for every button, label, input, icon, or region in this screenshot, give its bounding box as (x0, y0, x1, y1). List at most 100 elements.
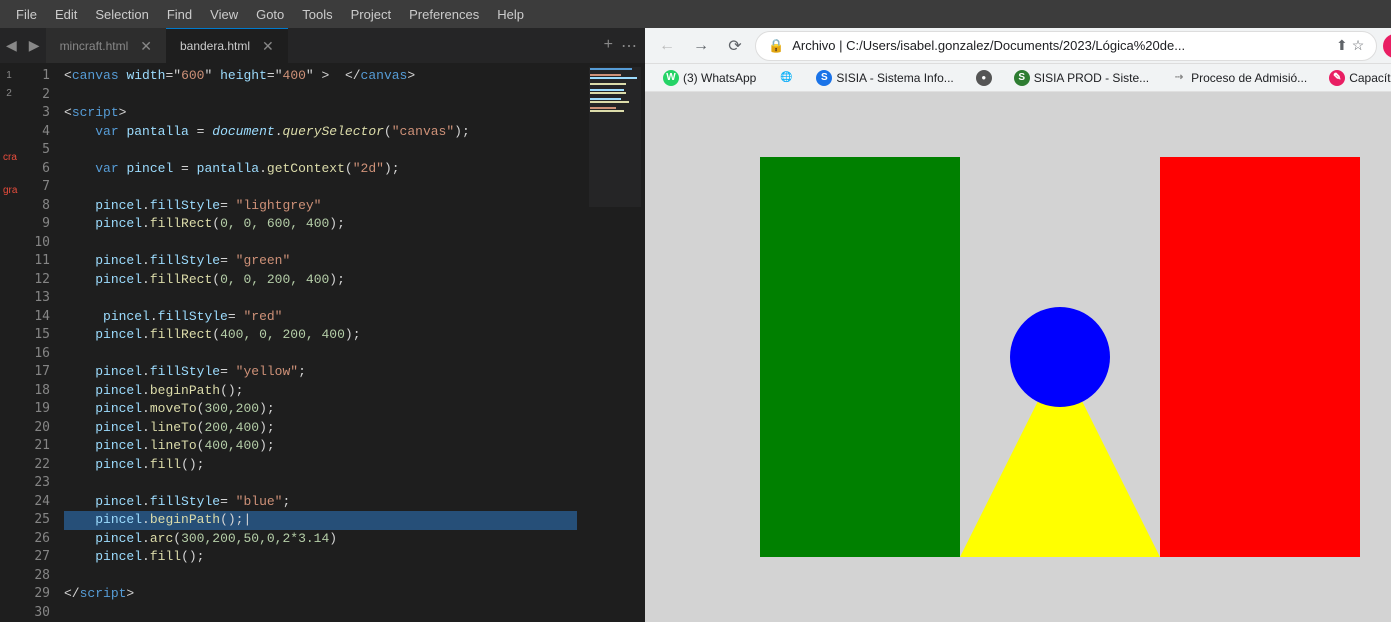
code-line-5 (64, 141, 577, 160)
globe-favicon: 🌐 (778, 70, 794, 86)
proceso-favicon: ⇢ (1171, 70, 1187, 86)
menu-file[interactable]: File (8, 3, 45, 26)
minimap-preview (589, 67, 641, 207)
code-line-13 (64, 289, 577, 308)
tab-mincraft-label: mincraft.html (60, 39, 129, 53)
code-line-1: <canvas width="600" height="400" > </can… (64, 67, 577, 86)
menu-find[interactable]: Find (159, 3, 200, 26)
code-line-21: pincel.lineTo(400,400); (64, 437, 577, 456)
bookmarks-bar: W (3) WhatsApp 🌐 S SISIA - Sistema Info.… (645, 64, 1391, 92)
address-text: Archivo | C:/Users/isabel.gonzalez/Docum… (792, 38, 1328, 53)
bookmark-capacitate[interactable]: ✎ Capacítate para el... (1319, 67, 1391, 89)
profile-icon[interactable]: I (1383, 34, 1391, 58)
code-line-28 (64, 567, 577, 586)
menu-bar: File Edit Selection Find View Goto Tools… (0, 0, 1391, 28)
sisia-favicon: S (816, 70, 832, 86)
marker-1: 1 (3, 67, 15, 85)
code-line-23 (64, 474, 577, 493)
bookmark-sisia[interactable]: S SISIA - Sistema Info... (806, 67, 963, 89)
menu-selection[interactable]: Selection (87, 3, 156, 26)
tabs-bar: ◀ ▶ mincraft.html ✕ bandera.html ✕ + ⋯ (0, 28, 645, 63)
menu-tools[interactable]: Tools (294, 3, 340, 26)
menu-view[interactable]: View (202, 3, 246, 26)
menu-project[interactable]: Project (343, 3, 399, 26)
code-line-14: pincel.fillStyle= "red" (64, 308, 577, 327)
bookmark-star-icon[interactable]: ☆ (1352, 37, 1365, 54)
editor-container: 1 2 cra gra 12345 678910 1112131415 1617… (0, 63, 645, 622)
browser-toolbar: ← → ⟳ 🔒 Archivo | C:/Users/isabel.gonzal… (645, 28, 1391, 64)
code-line-27: pincel.fill(); (64, 548, 577, 567)
code-line-2 (64, 86, 577, 105)
code-line-20: pincel.lineTo(200,400); (64, 419, 577, 438)
tab-mincraft-close[interactable]: ✕ (136, 36, 156, 57)
code-line-25: pincel.beginPath();| (64, 511, 577, 530)
code-line-29: </script> (64, 585, 577, 604)
whatsapp-favicon: W (663, 70, 679, 86)
tab-prev[interactable]: ◀ (0, 28, 23, 63)
address-bar[interactable]: 🔒 Archivo | C:/Users/isabel.gonzalez/Doc… (755, 31, 1377, 61)
reload-button[interactable]: ⟳ (721, 32, 749, 60)
code-line-26: pincel.arc(300,200,50,0,2*3.14) (64, 530, 577, 549)
code-line-12: pincel.fillRect(0, 0, 200, 400); (64, 271, 577, 290)
main-layout: ◀ ▶ mincraft.html ✕ bandera.html ✕ + ⋯ 1… (0, 28, 1391, 622)
bookmark-whatsapp[interactable]: W (3) WhatsApp (653, 67, 766, 89)
bookmark-sisia-prod[interactable]: S SISIA PROD - Siste... (1004, 67, 1159, 89)
marker-2: 2 (3, 85, 15, 103)
canvas-preview (645, 92, 1391, 622)
sisia-prod-favicon: S (1014, 70, 1030, 86)
tab-bandera-close[interactable]: ✕ (258, 36, 278, 57)
bookmark-proceso[interactable]: ⇢ Proceso de Admisió... (1161, 67, 1317, 89)
menu-help[interactable]: Help (489, 3, 532, 26)
dot-favicon: ● (976, 70, 992, 86)
new-tab-button[interactable]: + (604, 36, 613, 56)
lock-icon: 🔒 (768, 38, 784, 54)
code-line-9: pincel.fillRect(0, 0, 600, 400); (64, 215, 577, 234)
bookmark-capacitate-label: Capacítate para el... (1349, 71, 1391, 85)
code-area[interactable]: <canvas width="600" height="400" > </can… (56, 63, 585, 622)
code-line-30 (64, 604, 577, 622)
code-line-19: pincel.moveTo(300,200); (64, 400, 577, 419)
code-line-6: var pincel = pantalla.getContext("2d"); (64, 160, 577, 179)
tab-bandera-label: bandera.html (180, 39, 250, 53)
menu-edit[interactable]: Edit (47, 3, 85, 26)
code-line-7 (64, 178, 577, 197)
left-bar: 1 2 cra gra (0, 63, 18, 622)
marker-cra: cra (3, 149, 15, 167)
code-line-11: pincel.fillStyle= "green" (64, 252, 577, 271)
code-line-22: pincel.fill(); (64, 456, 577, 475)
bookmark-whatsapp-label: (3) WhatsApp (683, 71, 756, 85)
capacitate-favicon: ✎ (1329, 70, 1345, 86)
tabs-more-button[interactable]: ⋯ (621, 36, 637, 56)
forward-button[interactable]: → (687, 32, 715, 60)
code-line-16 (64, 345, 577, 364)
back-button[interactable]: ← (653, 32, 681, 60)
bookmark-sisia-prod-label: SISIA PROD - Siste... (1034, 71, 1149, 85)
bookmark-sisia-label: SISIA - Sistema Info... (836, 71, 953, 85)
menu-goto[interactable]: Goto (248, 3, 292, 26)
marker-gra: gra (3, 182, 15, 200)
code-line-17: pincel.fillStyle= "yellow"; (64, 363, 577, 382)
bookmark-dot[interactable]: ● (966, 67, 1002, 89)
browser-side: ← → ⟳ 🔒 Archivo | C:/Users/isabel.gonzal… (645, 28, 1391, 622)
bookmark-proceso-label: Proceso de Admisió... (1191, 71, 1307, 85)
share-icon[interactable]: ⬆ (1336, 37, 1348, 54)
minimap (585, 63, 645, 622)
tabs-actions: + ⋯ (596, 36, 645, 56)
code-line-4: var pantalla = document.querySelector("c… (64, 123, 577, 142)
code-line-18: pincel.beginPath(); (64, 382, 577, 401)
code-line-3: <script> (64, 104, 577, 123)
code-line-24: pincel.fillStyle= "blue"; (64, 493, 577, 512)
code-line-15: pincel.fillRect(400, 0, 200, 400); (64, 326, 577, 345)
editor-side: ◀ ▶ mincraft.html ✕ bandera.html ✕ + ⋯ 1… (0, 28, 645, 622)
tab-next[interactable]: ▶ (23, 28, 46, 63)
line-numbers: 12345 678910 1112131415 1617181920 21222… (18, 63, 56, 622)
tab-bandera[interactable]: bandera.html ✕ (166, 28, 288, 63)
bookmark-globe[interactable]: 🌐 (768, 67, 804, 89)
code-line-8: pincel.fillStyle= "lightgrey" (64, 197, 577, 216)
tab-mincraft[interactable]: mincraft.html ✕ (46, 28, 166, 63)
browser-extra-icons: I </> ⋮ (1383, 34, 1391, 58)
code-line-10 (64, 234, 577, 253)
address-icons: ⬆ ☆ (1336, 37, 1364, 54)
canvas-svg (760, 157, 1360, 557)
menu-preferences[interactable]: Preferences (401, 3, 487, 26)
